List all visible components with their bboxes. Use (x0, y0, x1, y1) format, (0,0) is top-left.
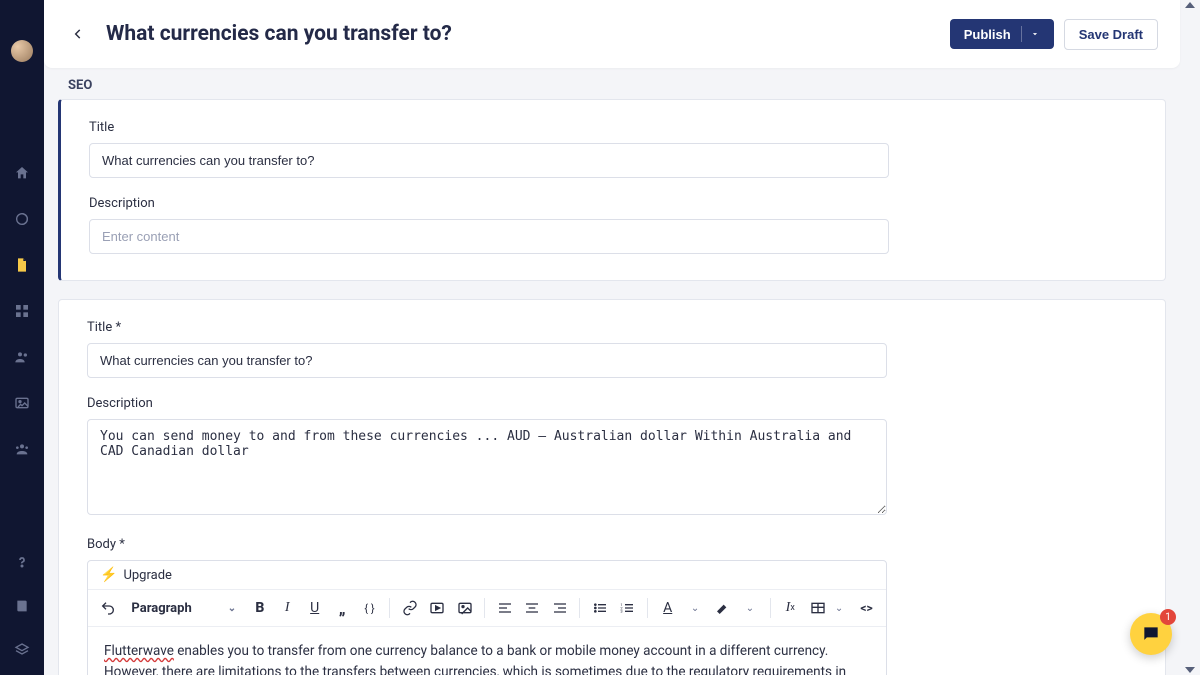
highlight-caret[interactable]: ⌄ (738, 594, 761, 622)
main: SEO Title Description Title Description … (44, 68, 1180, 675)
underline-icon[interactable]: U (303, 594, 326, 622)
table-icon[interactable] (806, 594, 829, 622)
insert-image-icon[interactable] (453, 594, 476, 622)
seo-description-input[interactable] (89, 219, 889, 254)
seo-card: Title Description (58, 99, 1166, 281)
align-left-icon[interactable] (493, 594, 516, 622)
users-icon[interactable] (13, 348, 31, 366)
content-description-label: Description (87, 396, 1137, 411)
code-icon[interactable]: { } (358, 594, 381, 622)
scroll-down-icon (1185, 667, 1195, 673)
highlight-icon[interactable] (711, 594, 734, 622)
chevron-down-icon: ⌄ (228, 603, 236, 614)
seo-section-label: SEO (44, 68, 1180, 99)
italic-icon[interactable]: I (276, 594, 299, 622)
bullet-list-icon[interactable] (588, 594, 611, 622)
branding-icon[interactable] (13, 210, 31, 228)
video-icon[interactable] (426, 594, 449, 622)
publish-label: Publish (964, 27, 1011, 42)
content-title-input[interactable] (87, 343, 887, 378)
avatar[interactable] (11, 40, 33, 62)
source-icon[interactable]: <> (855, 594, 878, 622)
block-type-select[interactable]: Paragraph ⌄ (123, 601, 244, 616)
publish-button[interactable]: Publish (950, 19, 1054, 49)
content-description-textarea[interactable] (87, 419, 887, 515)
link-icon[interactable] (398, 594, 421, 622)
layers-icon[interactable] (13, 641, 31, 659)
image-icon[interactable] (13, 394, 31, 412)
clear-format-icon[interactable]: Ix (779, 594, 802, 622)
publish-caret-icon[interactable] (1021, 26, 1040, 42)
block-type-label: Paragraph (131, 601, 191, 616)
bold-icon[interactable]: B (248, 594, 271, 622)
upgrade-label: Upgrade (123, 568, 171, 583)
text-color-caret[interactable]: ⌄ (683, 594, 706, 622)
document-icon[interactable] (13, 256, 31, 274)
chat-badge: 1 (1160, 609, 1176, 625)
seo-description-label: Description (89, 196, 1137, 211)
scroll-up-icon (1185, 2, 1195, 8)
grid-icon[interactable] (13, 302, 31, 320)
table-caret[interactable]: ⌄ (827, 594, 850, 622)
undo-icon[interactable] (96, 594, 119, 622)
seo-title-input[interactable] (89, 143, 889, 178)
body-p1-rest: enables you to transfer from one currenc… (104, 643, 846, 675)
side-rail (0, 0, 44, 675)
bolt-icon: ⚡ (100, 567, 117, 583)
ordered-list-icon[interactable]: 123 (616, 594, 639, 622)
rte-toolbar: Paragraph ⌄ B I U „ { } (88, 590, 886, 627)
save-draft-button[interactable]: Save Draft (1064, 19, 1158, 50)
quote-icon[interactable]: „ (330, 594, 353, 622)
text-color-icon[interactable]: A (656, 594, 679, 622)
chat-widget[interactable]: 1 (1130, 613, 1172, 655)
home-icon[interactable] (13, 164, 31, 182)
help-icon[interactable] (13, 553, 31, 571)
window-scrollbar[interactable] (1184, 0, 1196, 675)
top-bar: What currencies can you transfer to? Pub… (44, 0, 1180, 68)
back-button[interactable] (66, 22, 90, 46)
align-center-icon[interactable] (521, 594, 544, 622)
body-word-flutterwave: Flutterwave (104, 643, 174, 659)
svg-text:3: 3 (621, 609, 623, 614)
align-right-icon[interactable] (548, 594, 571, 622)
rte-upgrade-bar[interactable]: ⚡ Upgrade (88, 561, 886, 590)
content-body-label: Body (87, 537, 1137, 552)
rte-body[interactable]: Flutterwave enables you to transfer from… (88, 627, 886, 675)
book-icon[interactable] (13, 597, 31, 615)
page-title: What currencies can you transfer to? (106, 22, 452, 46)
team-icon[interactable] (13, 440, 31, 458)
seo-title-label: Title (89, 120, 1137, 135)
rich-text-editor: ⚡ Upgrade Paragraph ⌄ B I U „ { } (87, 560, 887, 675)
content-title-label: Title (87, 320, 1137, 335)
content-card: Title Description Body ⚡ Upgrade Paragra… (58, 299, 1166, 675)
